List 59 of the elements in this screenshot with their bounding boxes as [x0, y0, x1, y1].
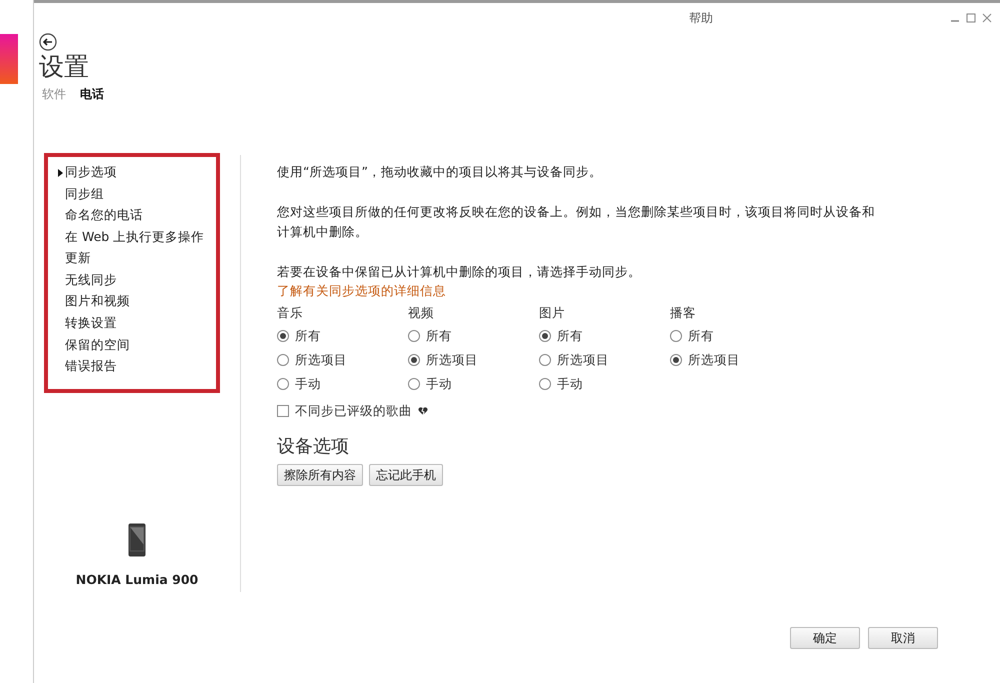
close-icon[interactable]: [982, 13, 992, 23]
tab[interactable]: 软件: [42, 84, 66, 102]
pointer-icon: [58, 168, 63, 176]
sidebar-item[interactable]: 同步选项: [58, 162, 216, 184]
sidebar-item[interactable]: 在 Web 上执行更多操作: [58, 226, 216, 248]
option-label[interactable]: 所有: [426, 326, 452, 346]
dialog-button[interactable]: 确定: [790, 627, 860, 649]
group-label: 音乐: [277, 304, 304, 322]
action-button[interactable]: 忘记此手机: [369, 464, 443, 486]
sidebar-item[interactable]: 保留的空间: [58, 334, 216, 356]
device-name: NOKIA Lumia 900: [76, 570, 198, 589]
sidebar-item[interactable]: 图片和视频: [58, 291, 216, 313]
radio-button[interactable]: [539, 354, 551, 366]
paragraph: 若要在设备中保留已从计算机中删除的项目，请选择手动同步。: [277, 262, 642, 280]
option-label[interactable]: 手动: [295, 374, 321, 394]
radio-button[interactable]: [539, 378, 551, 390]
radio-button[interactable]: [408, 378, 420, 390]
sidebar-item[interactable]: 无线同步: [58, 269, 216, 292]
page-title: 设置: [39, 53, 90, 80]
help-link[interactable]: 帮助: [689, 9, 713, 27]
radio-button[interactable]: [670, 354, 682, 366]
option-label[interactable]: 所有: [688, 326, 714, 346]
radio-button[interactable]: [408, 330, 420, 342]
action-button[interactable]: 擦除所有内容: [277, 464, 363, 486]
option-label[interactable]: 手动: [557, 374, 583, 394]
option-label[interactable]: 所选项目: [557, 350, 609, 370]
maximize-icon[interactable]: [966, 13, 976, 23]
checkbox-label[interactable]: 不同步已评级的歌曲: [295, 402, 412, 421]
sidebar-item[interactable]: 错误报告: [58, 356, 216, 378]
sidebar-item[interactable]: 同步组: [58, 183, 216, 205]
phone-icon: [128, 522, 146, 557]
radio-button[interactable]: [277, 354, 289, 366]
group-label: 图片: [539, 304, 566, 322]
app-tile: [0, 34, 18, 84]
paragraph: 使用“所选项目”，拖动收藏中的项目以将其与设备同步。: [277, 162, 603, 180]
back-icon[interactable]: [39, 33, 57, 51]
radio-button[interactable]: [539, 330, 551, 342]
sidebar-item[interactable]: 命名您的电话: [58, 204, 216, 226]
info-link[interactable]: 了解有关同步选项的详细信息: [277, 282, 446, 300]
option-label[interactable]: 手动: [426, 374, 452, 394]
group-label: 视频: [408, 304, 435, 322]
option-label[interactable]: 所有: [295, 326, 321, 346]
group-label: 播客: [670, 304, 697, 322]
dialog-button[interactable]: 取消: [868, 627, 938, 649]
sidebar-item[interactable]: 更新: [58, 248, 216, 270]
option-label[interactable]: 所选项目: [426, 350, 478, 370]
radio-button[interactable]: [277, 330, 289, 342]
broken-heart-icon: [418, 406, 428, 416]
section-title: 设备选项: [277, 435, 350, 460]
checkbox[interactable]: [277, 405, 289, 418]
tab[interactable]: 电话: [80, 84, 104, 102]
radio-button[interactable]: [408, 354, 420, 366]
paragraph: 您对这些项目所做的任何更改将反映在您的设备上。例如，当您删除某些项目时，该项目将同时从设备和计算机中删除。: [277, 202, 876, 240]
radio-button[interactable]: [277, 378, 289, 390]
option-label[interactable]: 所有: [557, 326, 583, 346]
sidebar-item[interactable]: 转换设置: [58, 312, 216, 334]
option-label[interactable]: 所选项目: [688, 350, 740, 370]
option-label[interactable]: 所选项目: [295, 350, 347, 370]
radio-button[interactable]: [670, 330, 682, 342]
